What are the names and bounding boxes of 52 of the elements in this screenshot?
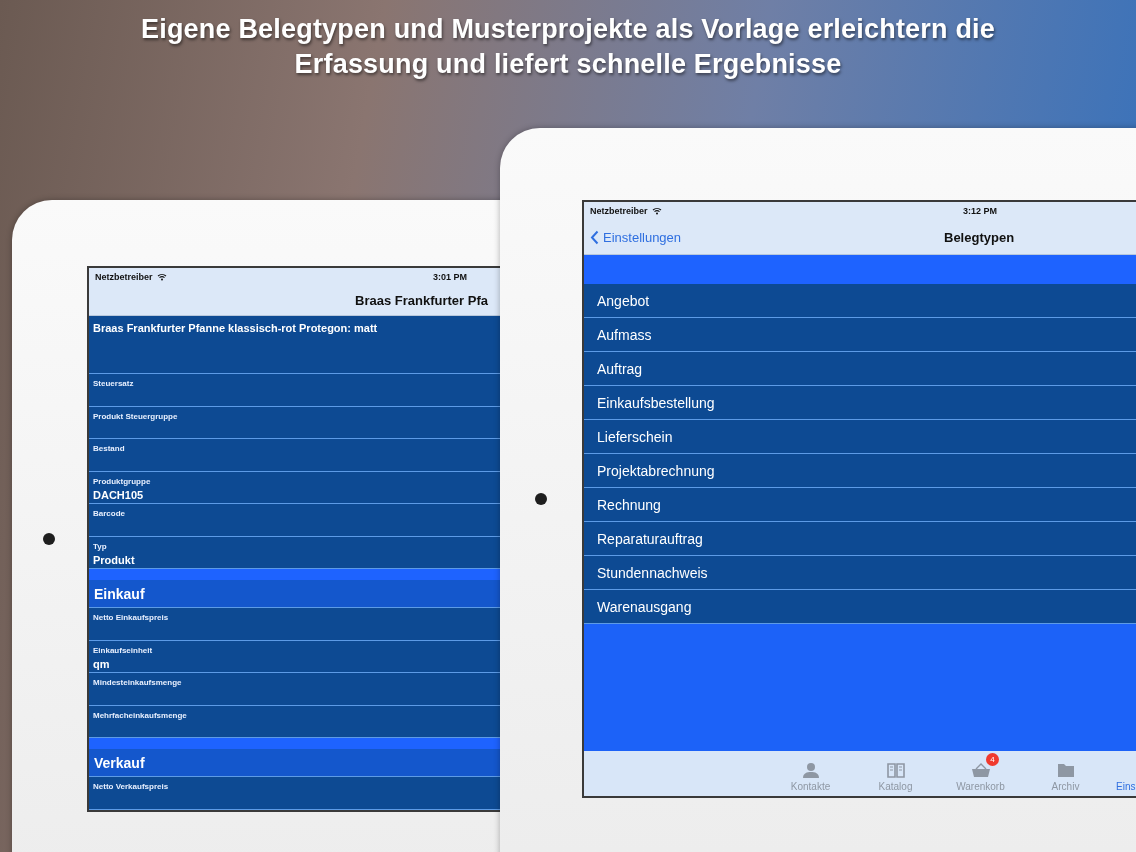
carrier-text: Netzbetreiber (95, 272, 153, 282)
field-label: Mehrfacheinkaufsmenge (93, 710, 188, 720)
form-field[interactable]: Mindesteinkaufsmenge (89, 673, 500, 706)
form-field[interactable]: Netto Verkaufspreis (89, 777, 500, 810)
camera-dot (535, 493, 547, 505)
form-field[interactable]: Netto Einkaufspreis (89, 608, 500, 641)
field-label: Steuersatz (93, 379, 135, 388)
form-field[interactable]: Steuersatz (89, 374, 500, 407)
wifi-icon (651, 207, 662, 215)
field-label: Produktgruppe (93, 476, 152, 486)
field-label: Barcode (93, 509, 126, 518)
form-field[interactable]: Produkt Steuergruppe (89, 406, 500, 439)
section-header: Verkauf (89, 749, 500, 777)
tab-item[interactable]: Eins (1108, 751, 1136, 796)
section-header: Einkauf (89, 580, 500, 608)
field-label: Produkt Steuergruppe (93, 411, 179, 421)
tab-label: Kontakte (790, 781, 831, 792)
wifi-icon (156, 273, 167, 281)
form-field[interactable]: Einkaufseinheit qm (89, 640, 500, 673)
folder-icon (1056, 762, 1075, 778)
time-text: 3:12 PM (963, 206, 997, 216)
field-label: Netto Einkaufspreis (93, 613, 170, 622)
form-field[interactable]: Bestand (89, 439, 500, 472)
carrier-text: Netzbetreiber (590, 206, 648, 216)
headline-text: Eigene Belegtypen und Musterprojekte als Vorlage erleichtern die (140, 14, 995, 45)
home-button[interactable] (43, 533, 55, 545)
book-icon (886, 762, 905, 778)
form-field[interactable]: Produktgruppe DACH105 (89, 471, 500, 504)
nav-title: Braas Frankfurter Pfa (355, 293, 488, 308)
form-field[interactable]: Barcode (89, 504, 500, 537)
field-label: Netto Verkaufspreis (93, 782, 170, 791)
basket-icon (970, 762, 991, 778)
tab-label: Warenkorb (956, 781, 1005, 792)
nav-title: Belegtypen (944, 229, 1015, 245)
time-text: 3:01 PM (433, 272, 467, 282)
tab-label: Eins (1116, 781, 1136, 792)
field-value: qm (93, 657, 111, 670)
product-name: Braas Frankfurter Pfanne klassisch-rot Protegon: matt (93, 322, 378, 334)
back-link[interactable]: Einstellungen (590, 229, 682, 245)
count-badge: 4 (986, 753, 999, 766)
chevron-left-icon (590, 229, 599, 245)
field-label: Bestand (93, 444, 126, 453)
tab-label: Archiv (1051, 781, 1080, 792)
field-value: Produkt (93, 553, 136, 566)
field-label: Einkaufseinheit (93, 645, 154, 655)
person-icon (801, 762, 820, 778)
tab-item[interactable]: 4 Warenkorb (938, 751, 1023, 796)
tab-label: Katalog (878, 781, 913, 792)
field-label: Mindesteinkaufsmenge (93, 678, 183, 687)
field-label: Typ (93, 541, 108, 551)
headline-text: Erfassung und liefert schnelle Ergebnisse (294, 49, 842, 80)
field-value: DACH105 (93, 488, 145, 501)
